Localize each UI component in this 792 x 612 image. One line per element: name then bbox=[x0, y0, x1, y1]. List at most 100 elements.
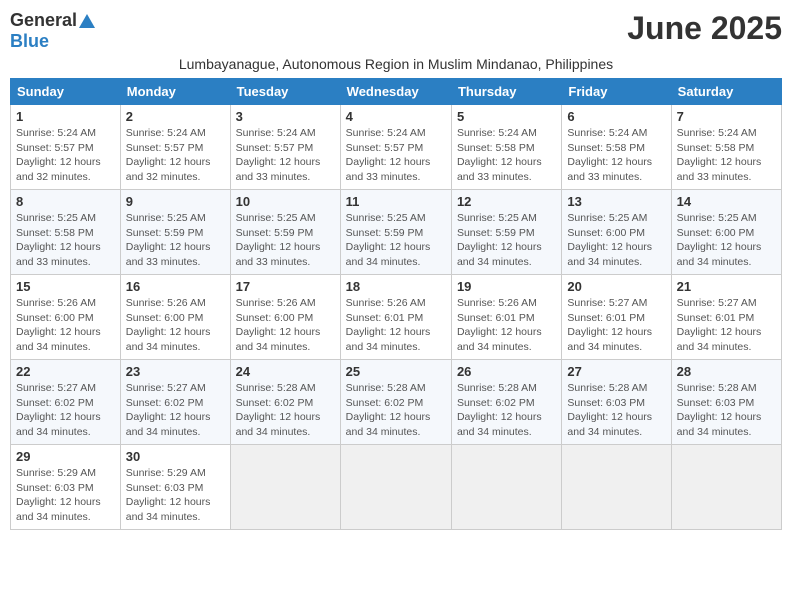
day-number: 14 bbox=[677, 194, 776, 209]
day-number: 26 bbox=[457, 364, 556, 379]
day-detail: Sunrise: 5:28 AMSunset: 6:02 PMDaylight:… bbox=[457, 381, 556, 440]
logo: General Blue bbox=[10, 10, 95, 52]
calendar-cell: 7 Sunrise: 5:24 AMSunset: 5:58 PMDaylight… bbox=[671, 105, 781, 190]
day-detail: Sunrise: 5:24 AMSunset: 5:57 PMDaylight:… bbox=[236, 126, 335, 185]
day-number: 4 bbox=[346, 109, 446, 124]
header-friday: Friday bbox=[562, 79, 671, 105]
day-number: 3 bbox=[236, 109, 335, 124]
header-tuesday: Tuesday bbox=[230, 79, 340, 105]
logo-blue-text: Blue bbox=[10, 31, 49, 52]
day-number: 10 bbox=[236, 194, 335, 209]
day-detail: Sunrise: 5:24 AMSunset: 5:57 PMDaylight:… bbox=[16, 126, 115, 185]
calendar-cell: 8 Sunrise: 5:25 AMSunset: 5:58 PMDaylight… bbox=[11, 190, 121, 275]
calendar-cell: 1 Sunrise: 5:24 AMSunset: 5:57 PMDaylight… bbox=[11, 105, 121, 190]
subtitle: Lumbayanague, Autonomous Region in Musli… bbox=[10, 56, 782, 72]
calendar-cell: 22 Sunrise: 5:27 AMSunset: 6:02 PMDayligh… bbox=[11, 360, 121, 445]
day-number: 21 bbox=[677, 279, 776, 294]
day-detail: Sunrise: 5:26 AMSunset: 6:00 PMDaylight:… bbox=[16, 296, 115, 355]
calendar-cell bbox=[340, 445, 451, 530]
calendar-cell: 13Sunrise: 5:25 AMSunset: 6:00 PMDayligh… bbox=[562, 190, 671, 275]
day-detail: Sunrise: 5:28 AMSunset: 6:02 PMDaylight:… bbox=[346, 381, 446, 440]
calendar-cell: 26 Sunrise: 5:28 AMSunset: 6:02 PMDayligh… bbox=[451, 360, 561, 445]
calendar-cell bbox=[562, 445, 671, 530]
calendar-cell: 29 Sunrise: 5:29 AMSunset: 6:03 PMDayligh… bbox=[11, 445, 121, 530]
day-number: 23 bbox=[126, 364, 225, 379]
header-saturday: Saturday bbox=[671, 79, 781, 105]
calendar-cell: 20 Sunrise: 5:27 AMSunset: 6:01 PMDayligh… bbox=[562, 275, 671, 360]
header-sunday: Sunday bbox=[11, 79, 121, 105]
day-number: 24 bbox=[236, 364, 335, 379]
day-number: 22 bbox=[16, 364, 115, 379]
day-number: 5 bbox=[457, 109, 556, 124]
day-number: 1 bbox=[16, 109, 115, 124]
day-number: 18 bbox=[346, 279, 446, 294]
day-detail: Sunrise: 5:26 AMSunset: 6:01 PMDaylight:… bbox=[457, 296, 556, 355]
day-detail: Sunrise: 5:26 AMSunset: 6:01 PMDaylight:… bbox=[346, 296, 446, 355]
calendar-cell: 2Sunrise: 5:24 AMSunset: 5:57 PMDaylight… bbox=[120, 105, 230, 190]
calendar-cell: 9Sunrise: 5:25 AMSunset: 5:59 PMDaylight… bbox=[120, 190, 230, 275]
day-detail: Sunrise: 5:25 AMSunset: 5:58 PMDaylight:… bbox=[16, 211, 115, 270]
calendar-cell: 15 Sunrise: 5:26 AMSunset: 6:00 PMDayligh… bbox=[11, 275, 121, 360]
calendar-cell: 12Sunrise: 5:25 AMSunset: 5:59 PMDayligh… bbox=[451, 190, 561, 275]
day-number: 20 bbox=[567, 279, 665, 294]
week-row-5: 29 Sunrise: 5:29 AMSunset: 6:03 PMDayligh… bbox=[11, 445, 782, 530]
calendar-table: Sunday Monday Tuesday Wednesday Thursday… bbox=[10, 78, 782, 530]
day-number: 27 bbox=[567, 364, 665, 379]
week-row-1: 1 Sunrise: 5:24 AMSunset: 5:57 PMDaylight… bbox=[11, 105, 782, 190]
day-detail: Sunrise: 5:24 AMSunset: 5:58 PMDaylight:… bbox=[567, 126, 665, 185]
calendar-cell: 18 Sunrise: 5:26 AMSunset: 6:01 PMDayligh… bbox=[340, 275, 451, 360]
day-number: 17 bbox=[236, 279, 335, 294]
week-row-2: 8 Sunrise: 5:25 AMSunset: 5:58 PMDaylight… bbox=[11, 190, 782, 275]
day-number: 7 bbox=[677, 109, 776, 124]
month-title: June 2025 bbox=[627, 10, 782, 47]
calendar-cell: 17 Sunrise: 5:26 AMSunset: 6:00 PMDayligh… bbox=[230, 275, 340, 360]
day-detail: Sunrise: 5:28 AMSunset: 6:02 PMDaylight:… bbox=[236, 381, 335, 440]
day-number: 2 bbox=[126, 109, 225, 124]
day-detail: Sunrise: 5:25 AMSunset: 5:59 PMDaylight:… bbox=[236, 211, 335, 270]
calendar-cell: 28Sunrise: 5:28 AMSunset: 6:03 PMDayligh… bbox=[671, 360, 781, 445]
day-detail: Sunrise: 5:29 AMSunset: 6:03 PMDaylight:… bbox=[126, 466, 225, 525]
week-row-4: 22 Sunrise: 5:27 AMSunset: 6:02 PMDayligh… bbox=[11, 360, 782, 445]
calendar-cell: 30Sunrise: 5:29 AMSunset: 6:03 PMDayligh… bbox=[120, 445, 230, 530]
day-detail: Sunrise: 5:29 AMSunset: 6:03 PMDaylight:… bbox=[16, 466, 115, 525]
day-detail: Sunrise: 5:27 AMSunset: 6:01 PMDaylight:… bbox=[567, 296, 665, 355]
calendar-cell bbox=[451, 445, 561, 530]
calendar-cell: 27 Sunrise: 5:28 AMSunset: 6:03 PMDayligh… bbox=[562, 360, 671, 445]
day-detail: Sunrise: 5:27 AMSunset: 6:01 PMDaylight:… bbox=[677, 296, 776, 355]
day-detail: Sunrise: 5:25 AMSunset: 6:00 PMDaylight:… bbox=[677, 211, 776, 270]
day-detail: Sunrise: 5:28 AMSunset: 6:03 PMDaylight:… bbox=[677, 381, 776, 440]
calendar-cell: 4 Sunrise: 5:24 AMSunset: 5:57 PMDaylight… bbox=[340, 105, 451, 190]
day-detail: Sunrise: 5:24 AMSunset: 5:57 PMDaylight:… bbox=[346, 126, 446, 185]
header-wednesday: Wednesday bbox=[340, 79, 451, 105]
day-number: 19 bbox=[457, 279, 556, 294]
calendar-cell bbox=[671, 445, 781, 530]
calendar-cell bbox=[230, 445, 340, 530]
day-detail: Sunrise: 5:28 AMSunset: 6:03 PMDaylight:… bbox=[567, 381, 665, 440]
calendar-cell: 10 Sunrise: 5:25 AMSunset: 5:59 PMDayligh… bbox=[230, 190, 340, 275]
header-monday: Monday bbox=[120, 79, 230, 105]
days-header-row: Sunday Monday Tuesday Wednesday Thursday… bbox=[11, 79, 782, 105]
day-number: 15 bbox=[16, 279, 115, 294]
calendar-cell: 25 Sunrise: 5:28 AMSunset: 6:02 PMDayligh… bbox=[340, 360, 451, 445]
day-detail: Sunrise: 5:24 AMSunset: 5:58 PMDaylight:… bbox=[677, 126, 776, 185]
day-detail: Sunrise: 5:27 AMSunset: 6:02 PMDaylight:… bbox=[16, 381, 115, 440]
day-number: 12 bbox=[457, 194, 556, 209]
day-number: 29 bbox=[16, 449, 115, 464]
calendar-cell: 21 Sunrise: 5:27 AMSunset: 6:01 PMDayligh… bbox=[671, 275, 781, 360]
header: General Blue June 2025 bbox=[10, 10, 782, 52]
day-number: 6 bbox=[567, 109, 665, 124]
day-detail: Sunrise: 5:27 AMSunset: 6:02 PMDaylight:… bbox=[126, 381, 225, 440]
day-detail: Sunrise: 5:25 AMSunset: 5:59 PMDaylight:… bbox=[346, 211, 446, 270]
logo-triangle-icon bbox=[79, 14, 95, 28]
day-detail: Sunrise: 5:24 AMSunset: 5:58 PMDaylight:… bbox=[457, 126, 556, 185]
calendar-cell: 16Sunrise: 5:26 AMSunset: 6:00 PMDayligh… bbox=[120, 275, 230, 360]
calendar-cell: 5 Sunrise: 5:24 AMSunset: 5:58 PMDaylight… bbox=[451, 105, 561, 190]
header-thursday: Thursday bbox=[451, 79, 561, 105]
day-number: 16 bbox=[126, 279, 225, 294]
logo-general-text: General bbox=[10, 10, 77, 31]
day-detail: Sunrise: 5:25 AMSunset: 6:00 PMDaylight:… bbox=[567, 211, 665, 270]
day-detail: Sunrise: 5:26 AMSunset: 6:00 PMDaylight:… bbox=[236, 296, 335, 355]
day-number: 25 bbox=[346, 364, 446, 379]
day-number: 8 bbox=[16, 194, 115, 209]
day-number: 11 bbox=[346, 194, 446, 209]
